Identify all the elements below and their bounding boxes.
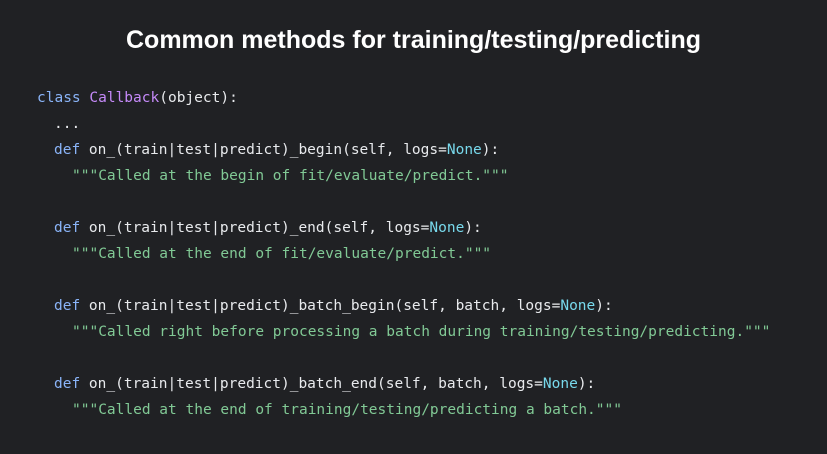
signature-close: ):	[464, 220, 482, 236]
method-signature: on_(train|test|predict)_end(self, logs=	[80, 220, 430, 236]
none-literal: None	[542, 376, 578, 392]
class-keyword: class	[37, 90, 81, 106]
method-signature: on_(train|test|predict)_begin(self, logs…	[80, 142, 447, 158]
def-keyword: def	[54, 220, 81, 236]
method-docstring: """Called at the end of training/testing…	[72, 402, 622, 418]
class-declaration-line: class Callback(object):	[37, 88, 238, 108]
method-signature-line: def on_(train|test|predict)_end(self, lo…	[54, 218, 482, 238]
method-docstring: """Called right before processing a batc…	[72, 324, 771, 340]
none-literal: None	[560, 298, 596, 314]
ellipsis-line: ...	[54, 116, 81, 132]
class-base: (object):	[159, 90, 238, 106]
method-signature-line: def on_(train|test|predict)_begin(self, …	[54, 140, 499, 160]
method-docstring: """Called at the begin of fit/evaluate/p…	[72, 168, 509, 184]
method-signature: on_(train|test|predict)_batch_begin(self…	[80, 298, 561, 314]
signature-close: ):	[481, 142, 500, 158]
slide-title: Common methods for training/testing/pred…	[126, 26, 701, 54]
def-keyword: def	[54, 142, 81, 158]
def-keyword: def	[54, 376, 81, 392]
none-literal: None	[446, 142, 482, 158]
method-docstring: """Called at the end of fit/evaluate/pre…	[72, 246, 492, 262]
method-signature-line: def on_(train|test|predict)_batch_end(se…	[54, 374, 595, 394]
method-signature-line: def on_(train|test|predict)_batch_begin(…	[54, 296, 613, 316]
signature-close: ):	[577, 376, 596, 392]
method-signature: on_(train|test|predict)_batch_end(self, …	[80, 376, 543, 392]
class-name: Callback	[89, 90, 160, 106]
none-literal: None	[429, 220, 465, 236]
signature-close: ):	[595, 298, 613, 314]
def-keyword: def	[54, 298, 81, 314]
